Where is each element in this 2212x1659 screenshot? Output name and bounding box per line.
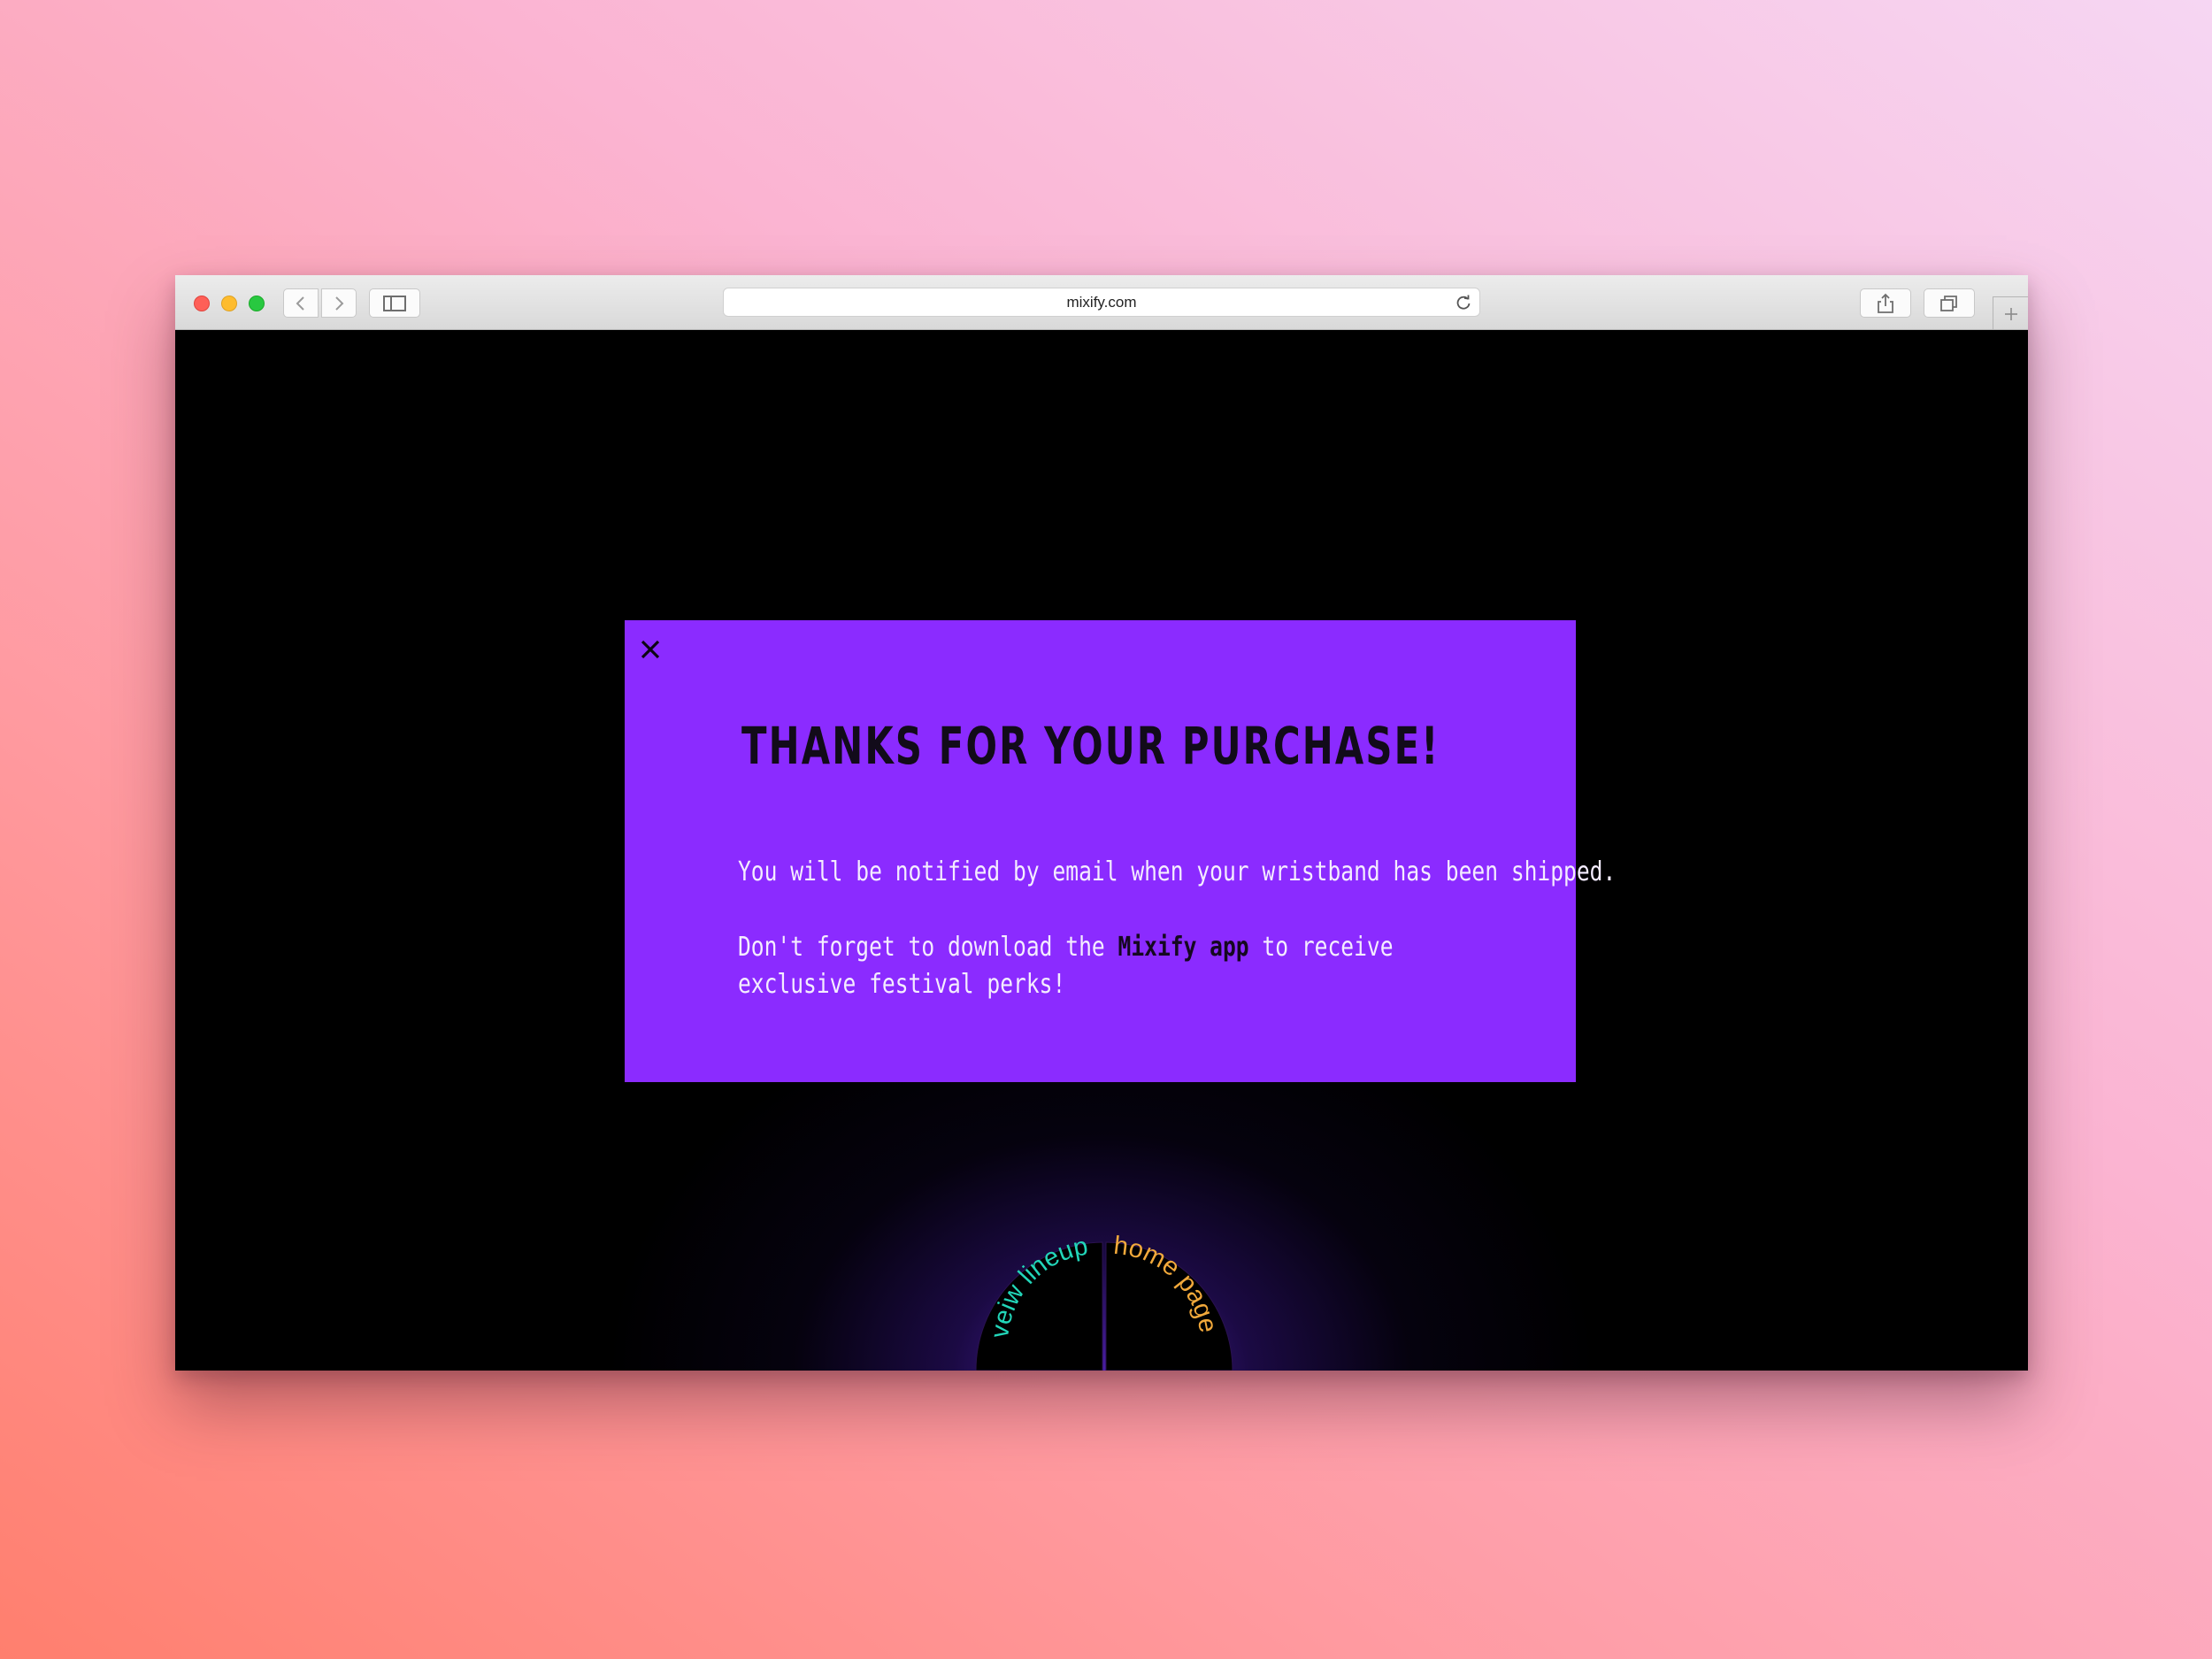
app-notice-line2: exclusive festival perks!: [738, 969, 1066, 1000]
shipping-notice: You will be notified by email when your …: [738, 856, 1617, 887]
view-lineup-button[interactable]: veiw lineup: [975, 1233, 1103, 1371]
url-text: mixify.com: [1066, 293, 1137, 311]
home-page-button[interactable]: home page: [1105, 1232, 1233, 1371]
back-button[interactable]: [283, 288, 319, 318]
app-notice-suffix: to receive: [1248, 932, 1394, 963]
forward-button[interactable]: [321, 288, 357, 318]
app-name-link[interactable]: Mixify app: [1118, 932, 1249, 963]
chevron-right-icon: [335, 296, 344, 311]
new-tab-button[interactable]: [1993, 296, 2028, 330]
nav-wheel: veiw lineup home page: [975, 1232, 1233, 1371]
reload-icon[interactable]: [1455, 294, 1472, 311]
close-icon: [641, 640, 660, 659]
modal-title: THANKS FOR YOUR PURCHASE!: [741, 716, 1440, 776]
window-close-button[interactable]: [194, 296, 210, 311]
app-download-notice: Don't forget to download the Mixify app …: [738, 929, 1394, 1003]
address-bar[interactable]: mixify.com: [723, 288, 1480, 317]
browser-window: mixify.com THANKS FOR YOUR PURCHASE! You…: [175, 275, 2028, 1371]
share-button[interactable]: [1860, 288, 1911, 318]
modal-close-button[interactable]: [637, 636, 664, 663]
tabs-icon: [1940, 295, 1957, 311]
purchase-confirmation-modal: THANKS FOR YOUR PURCHASE! You will be no…: [625, 620, 1616, 1082]
window-maximize-button[interactable]: [249, 296, 265, 311]
share-icon: [1878, 293, 1893, 313]
window-minimize-button[interactable]: [221, 296, 237, 311]
plus-icon: [2004, 307, 2017, 320]
browser-toolbar: mixify.com: [175, 275, 2028, 330]
tab-overview-button[interactable]: [1924, 288, 1975, 318]
chevron-left-icon: [296, 296, 304, 311]
page-viewport: THANKS FOR YOUR PURCHASE! You will be no…: [175, 330, 2028, 1371]
sidebar-toggle-button[interactable]: [369, 288, 420, 318]
app-notice-prefix: Don't forget to download the: [738, 932, 1118, 963]
sidebar-icon: [383, 295, 406, 311]
